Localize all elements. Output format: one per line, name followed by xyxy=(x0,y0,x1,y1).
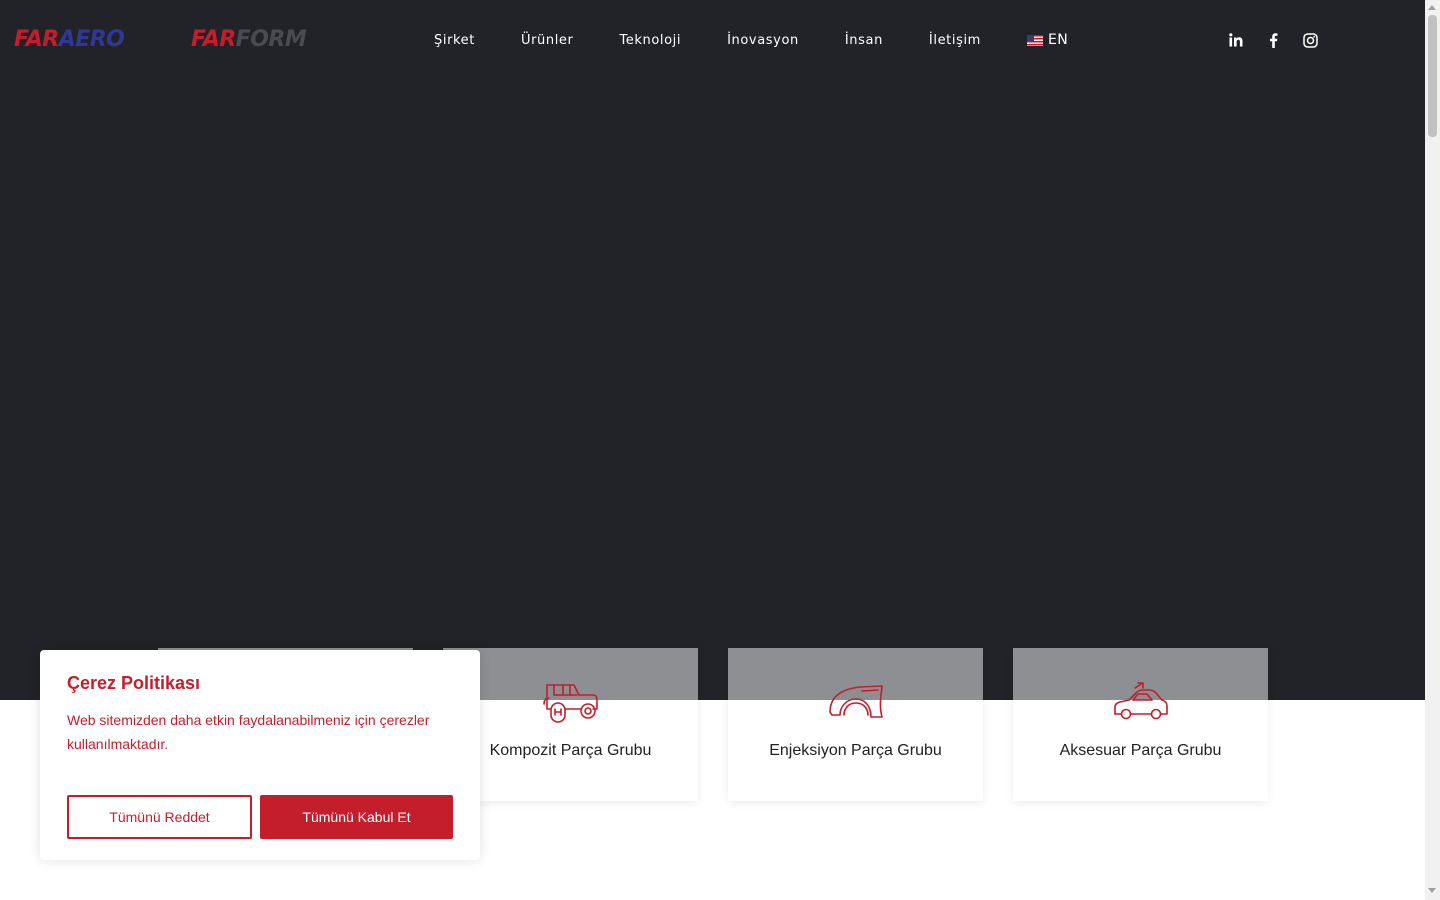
accept-all-button[interactable]: Tümünü Kabul Et xyxy=(260,795,453,839)
scroll-down-arrow-icon[interactable] xyxy=(1428,888,1436,893)
nav-item-inovasyon[interactable]: İnovasyon xyxy=(727,33,799,48)
reject-all-button[interactable]: Tümünü Reddet xyxy=(67,795,252,839)
instagram-icon[interactable] xyxy=(1300,30,1320,50)
card-label: Kompozit Parça Grubu xyxy=(489,742,652,759)
language-label: EN xyxy=(1047,32,1069,48)
scroll-up-arrow-icon[interactable] xyxy=(1428,5,1436,10)
jeep-icon xyxy=(543,684,598,723)
nav-item-urunler[interactable]: Ürünler xyxy=(521,33,574,48)
us-flag-icon xyxy=(1026,34,1043,46)
nav-item-iletisim[interactable]: İletişim xyxy=(929,33,981,48)
facebook-icon[interactable] xyxy=(1263,30,1283,50)
card-enjeksiyon[interactable]: Enjeksiyon Parça Grubu xyxy=(728,648,983,801)
page-scrollbar[interactable] xyxy=(1425,0,1440,900)
cookie-title: Çerez Politikası xyxy=(67,673,201,693)
site-header: FAR AERO FAR FORM Şirket Ürünler Teknoloji… xyxy=(0,0,1425,80)
fender-icon xyxy=(829,685,883,718)
card-aksesuar[interactable]: Aksesuar Parça Grubu xyxy=(1013,648,1268,801)
scroll-thumb[interactable] xyxy=(1428,15,1437,137)
linkedin-icon[interactable] xyxy=(1226,30,1246,50)
nav-item-teknoloji[interactable]: Teknoloji xyxy=(619,33,681,48)
language-switch[interactable]: EN xyxy=(1026,32,1069,48)
nav-item-sirket[interactable]: Şirket xyxy=(434,33,475,48)
page: FAR AERO FAR FORM Şirket Ürünler Teknoloji… xyxy=(0,0,1425,900)
social-links xyxy=(1226,30,1337,50)
cookie-text: Web sitemizden daha etkin faydalanabilme… xyxy=(67,712,430,752)
card-label: Enjeksiyon Parça Grubu xyxy=(769,742,942,759)
card-label: Aksesuar Parça Grubu xyxy=(1059,742,1222,759)
hero-section xyxy=(0,0,1425,700)
cookie-banner: Çerez Politikası Web sitemizden daha etk… xyxy=(40,650,480,860)
farform-logo[interactable]: FAR FORM xyxy=(191,28,307,52)
faraero-logo[interactable]: FAR AERO xyxy=(14,28,125,52)
nav-item-insan[interactable]: İnsan xyxy=(845,33,883,48)
card-kompozit[interactable]: Kompozit Parça Grubu xyxy=(443,648,698,801)
main-nav: Şirket Ürünler Teknoloji İnovasyon İnsan… xyxy=(434,30,1068,50)
car-accessory-icon xyxy=(1114,682,1168,720)
